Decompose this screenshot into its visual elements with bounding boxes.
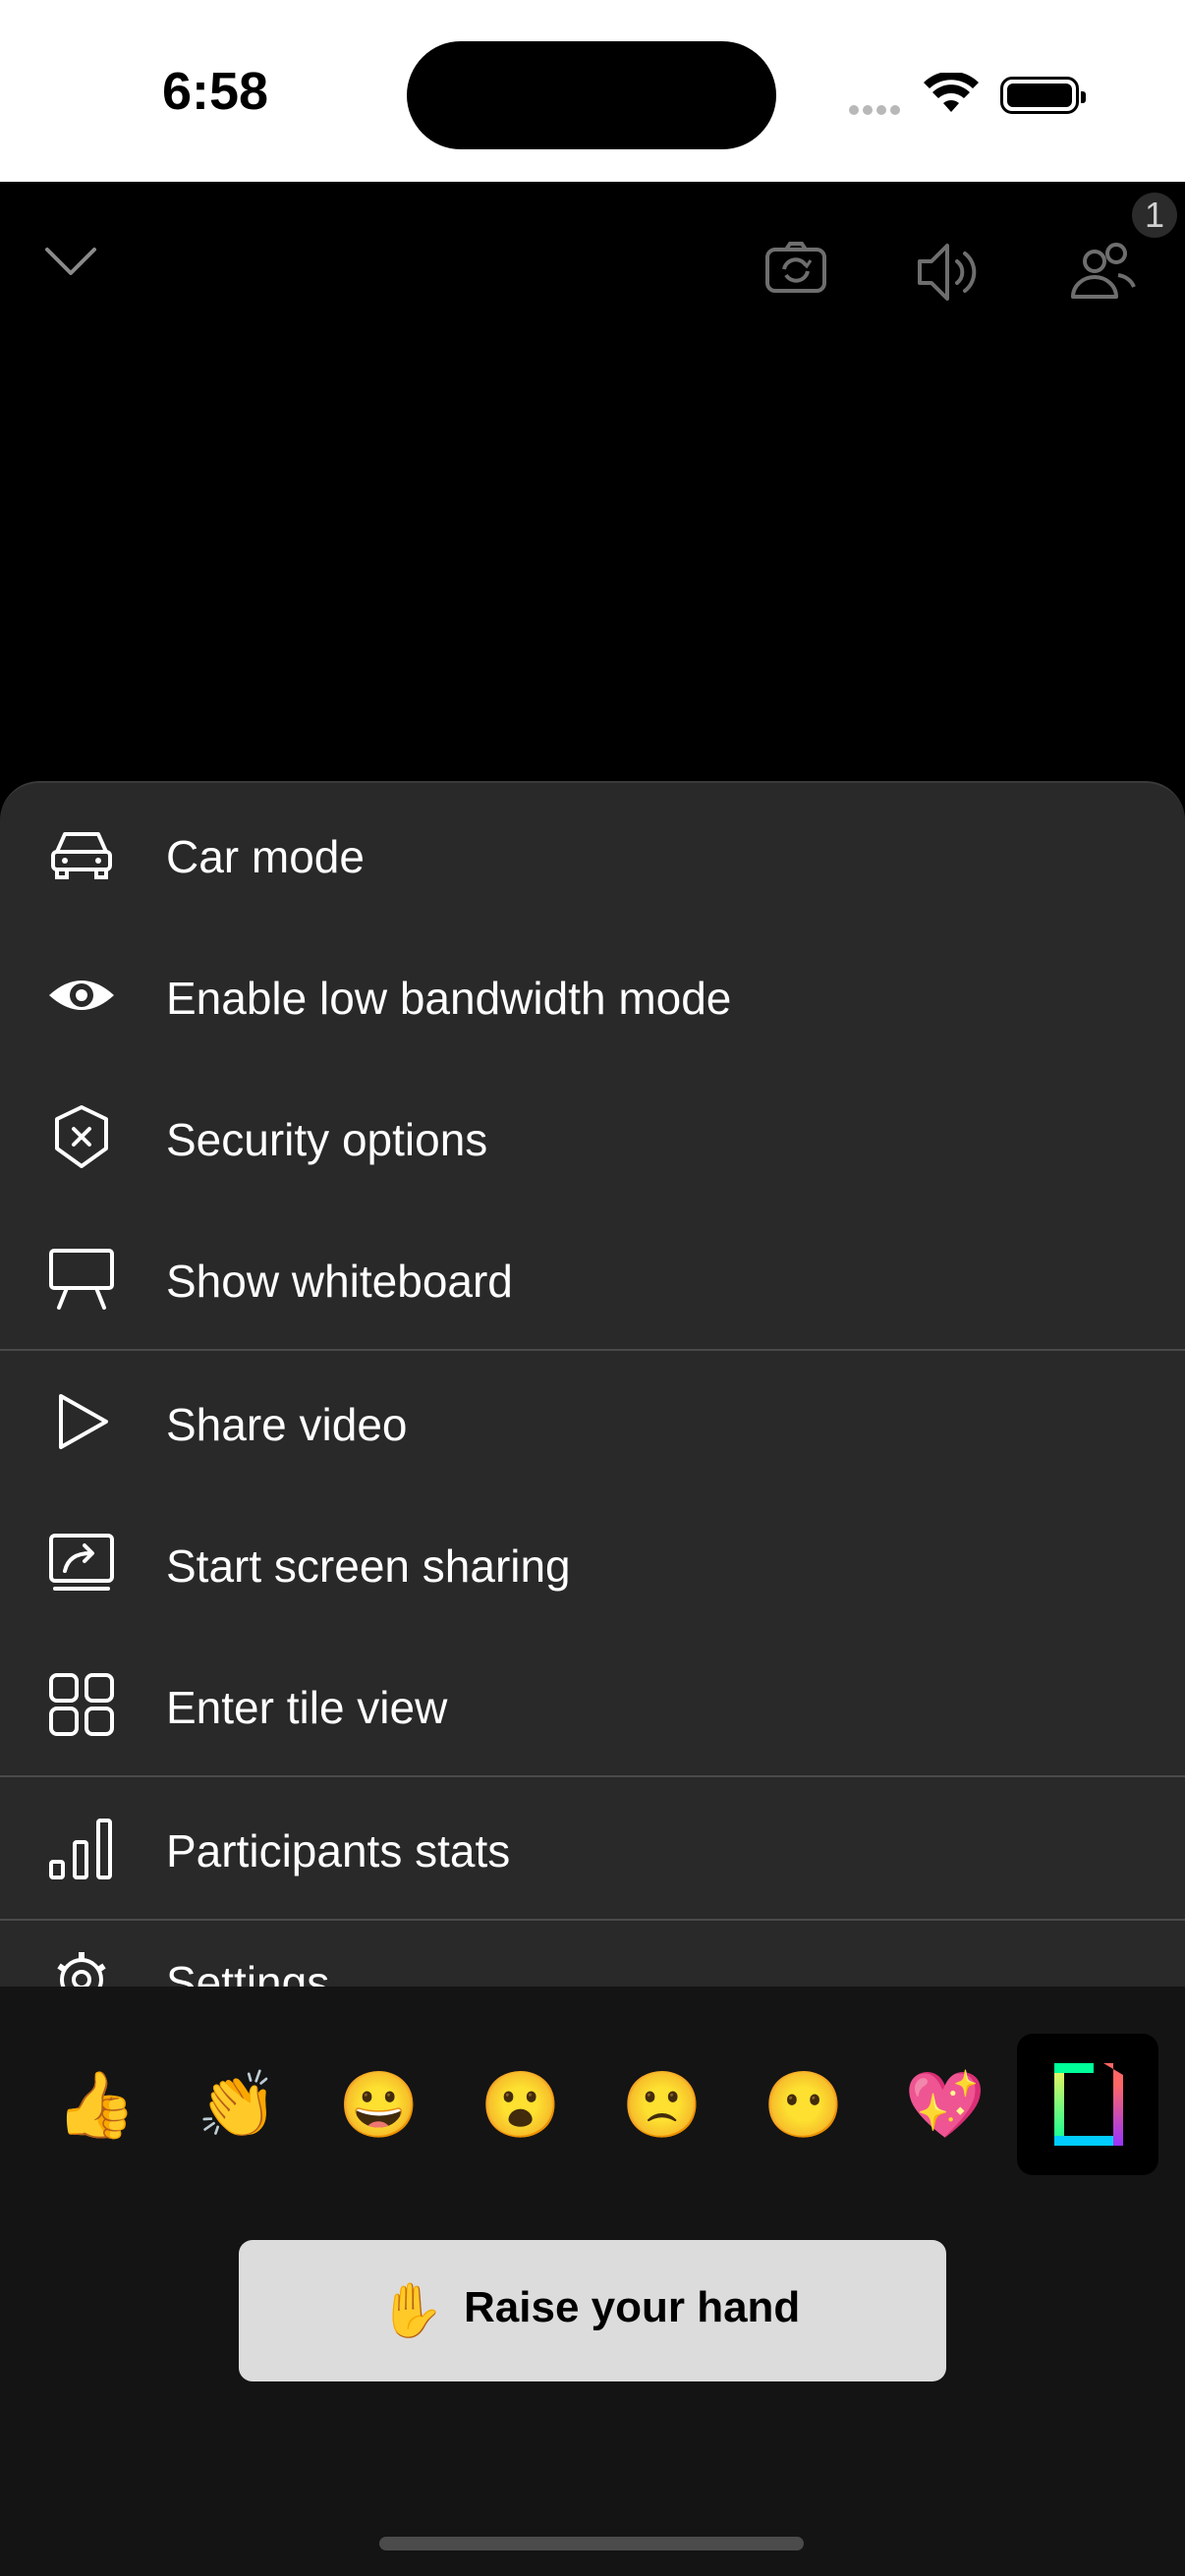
raise-hand-button[interactable]: ✋ Raise your hand: [239, 2240, 946, 2381]
chevron-down-icon[interactable]: [43, 244, 98, 279]
menu-item-label: Participants stats: [166, 1825, 511, 1876]
raise-hand-emoji: ✋: [378, 2281, 445, 2340]
reaction-thumbs-up[interactable]: 👍: [47, 2055, 145, 2154]
reaction-frown[interactable]: 🙁: [613, 2055, 711, 2154]
participants-icon[interactable]: [1069, 240, 1138, 303]
menu-item-screen-sharing[interactable]: Start screen sharing: [0, 1492, 1185, 1634]
menu-item-label: Enter tile view: [166, 1682, 448, 1733]
wifi-icon: [924, 73, 979, 112]
menu-item-label: Security options: [166, 1114, 488, 1165]
dynamic-island: [407, 41, 776, 149]
status-bar: 6:58: [0, 0, 1185, 182]
switch-camera-icon[interactable]: [764, 240, 827, 295]
stats-icon: [49, 1819, 112, 1879]
status-time: 6:58: [162, 62, 269, 121]
shield-icon: [55, 1105, 108, 1168]
cellular-signal-icon: [849, 102, 904, 120]
menu-item-label: Car mode: [166, 831, 365, 882]
reaction-sparkling-heart[interactable]: 💖: [896, 2055, 994, 2154]
reaction-silent[interactable]: 😶: [755, 2055, 853, 2154]
menu-item-show-whiteboard[interactable]: Show whiteboard: [0, 1207, 1185, 1349]
participants-count-badge: 1: [1132, 193, 1177, 238]
battery-icon: [1000, 77, 1086, 114]
eye-icon: [49, 980, 114, 1010]
menu-item-settings[interactable]: Settings: [0, 1921, 1185, 1987]
menu-item-label: Share video: [166, 1399, 408, 1450]
menu-item-label: Enable low bandwidth mode: [166, 973, 732, 1024]
raise-hand-label: Raise your hand: [464, 2283, 801, 2331]
menu-item-tile-view[interactable]: Enter tile view: [0, 1634, 1185, 1775]
menu-item-car-mode[interactable]: Car mode: [0, 783, 1185, 924]
call-video-area: [0, 182, 1185, 781]
menu-item-participants-stats[interactable]: Participants stats: [0, 1777, 1185, 1919]
reaction-surprised[interactable]: 😮: [472, 2055, 570, 2154]
screen-share-icon: [49, 1534, 114, 1591]
speaker-icon[interactable]: [916, 240, 985, 305]
whiteboard-icon: [49, 1249, 114, 1310]
overflow-menu-sheet: Car mode Enable low bandwidth mode Secur…: [0, 781, 1185, 1987]
gear-icon: [57, 1952, 106, 1987]
play-icon: [59, 1394, 108, 1449]
menu-item-label: Start screen sharing: [166, 1540, 571, 1592]
menu-item-label: Show whiteboard: [166, 1256, 513, 1307]
tile-view-icon: [49, 1673, 114, 1736]
reaction-clap[interactable]: 👏: [189, 2055, 287, 2154]
reaction-laugh[interactable]: 😀: [330, 2055, 428, 2154]
gif-button[interactable]: [1017, 2034, 1158, 2175]
menu-item-security-options[interactable]: Security options: [0, 1066, 1185, 1207]
car-icon: [51, 832, 112, 879]
menu-item-label: Settings: [166, 1957, 330, 1987]
menu-item-low-bandwidth[interactable]: Enable low bandwidth mode: [0, 924, 1185, 1066]
menu-item-share-video[interactable]: Share video: [0, 1351, 1185, 1492]
home-indicator[interactable]: [379, 2537, 804, 2550]
gif-icon: [1054, 2063, 1123, 2146]
